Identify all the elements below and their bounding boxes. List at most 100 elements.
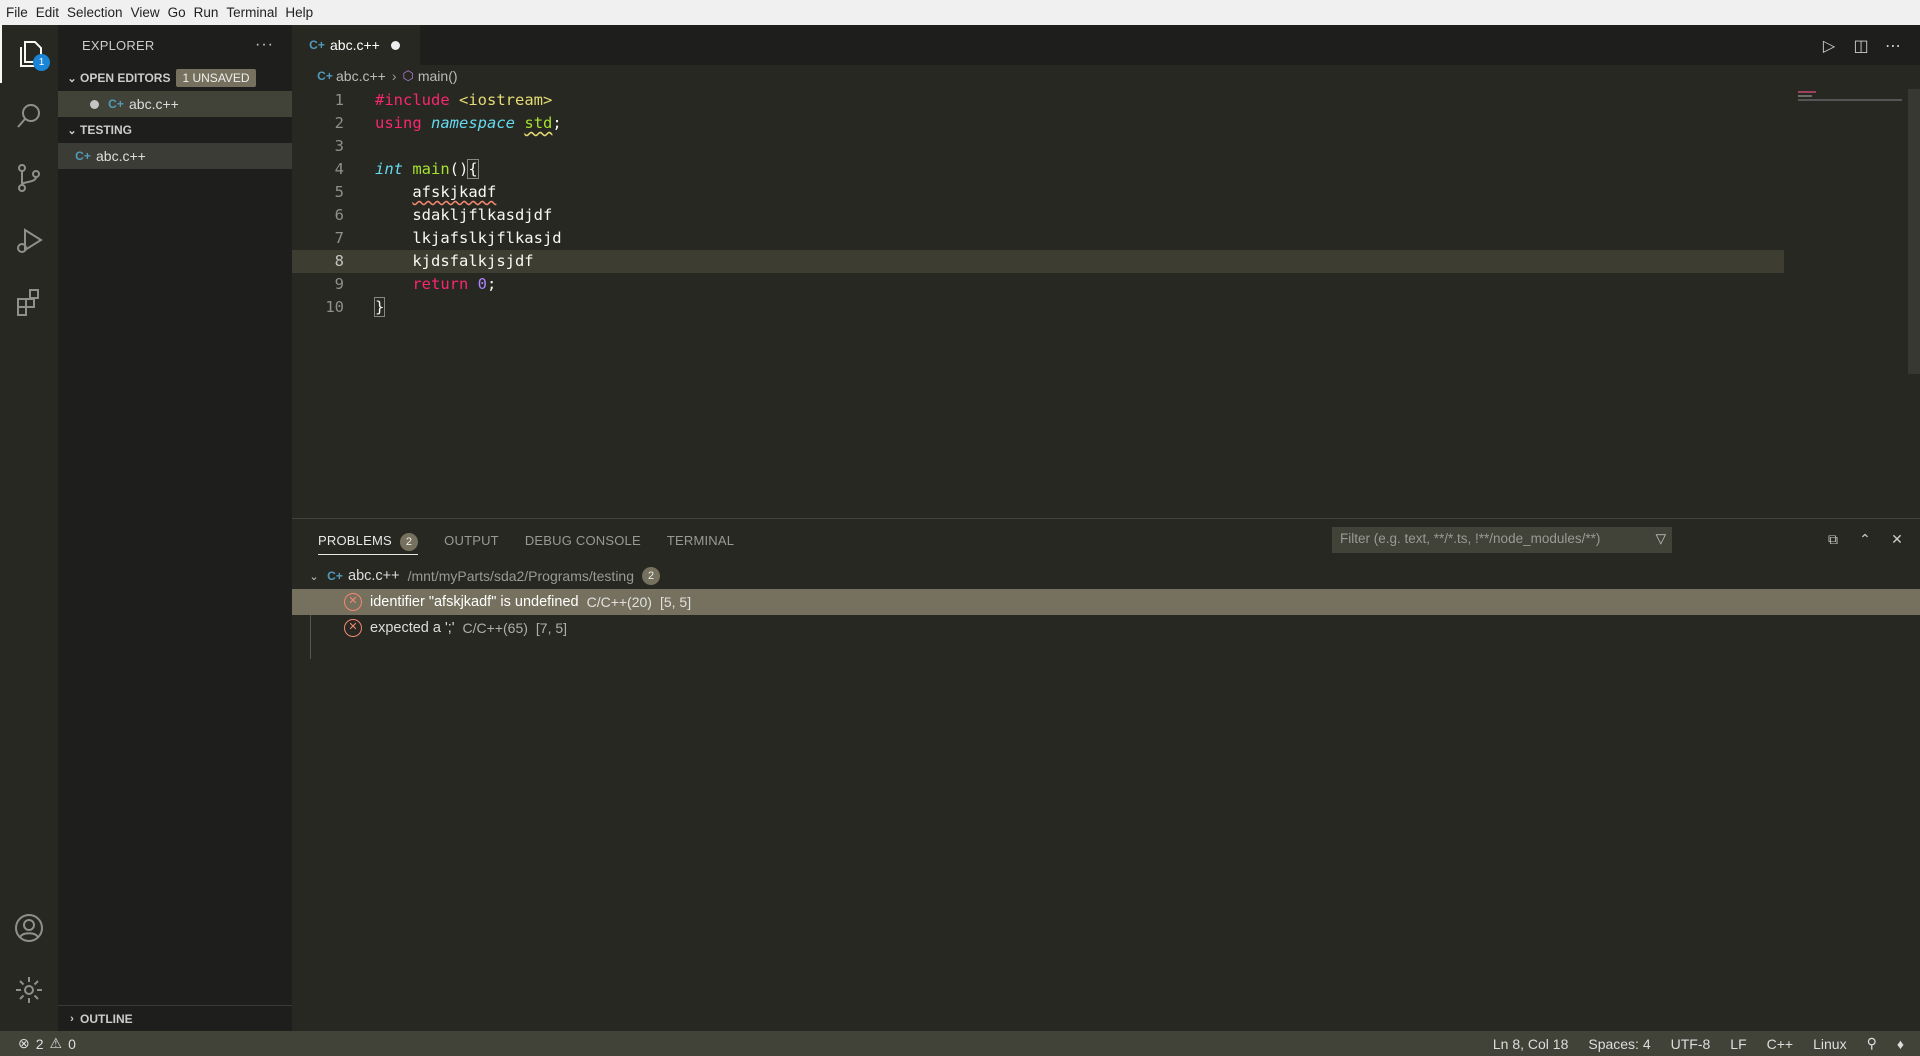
status-right: Ln 8, Col 18 Spaces: 4 UTF-8 LF C++ Linu… — [1493, 1035, 1920, 1052]
include-header: <iostream> — [459, 91, 553, 109]
line-number: 4 — [334, 160, 344, 178]
testing-folder-section[interactable]: ⌄ TESTING — [58, 117, 292, 143]
extensions-icon — [17, 289, 39, 316]
open-editors-label: OPEN EDITORS — [80, 71, 171, 85]
split-editor-icon[interactable]: ◫ — [1852, 36, 1870, 55]
more-actions-icon[interactable]: ⋯ — [1884, 36, 1902, 55]
menu-view[interactable]: View — [127, 0, 164, 25]
problem-item[interactable]: ✕ expected a ';' C/C++(65) [7, 5] — [292, 615, 1920, 641]
menu-go[interactable]: Go — [164, 0, 190, 25]
code-line[interactable]: 9 return 0; — [292, 273, 1784, 296]
problems-file-row[interactable]: ⌄ C+ abc.c++ /mnt/myParts/sda2/Programs/… — [292, 563, 1920, 589]
collapse-all-icon[interactable]: ⧉ — [1824, 532, 1842, 548]
minimap-line — [1798, 95, 1812, 97]
editor-scrollbar[interactable] — [1906, 89, 1920, 518]
tab-debug-console[interactable]: DEBUG CONSOLE — [525, 519, 641, 563]
warning-icon: ⚠ — [49, 1035, 63, 1051]
run-debug-activity[interactable] — [0, 211, 58, 269]
run-icon[interactable]: ▷ — [1820, 36, 1838, 55]
breadcrumb-file[interactable]: abc.c++ — [336, 68, 386, 84]
explorer-badge: 1 — [33, 54, 50, 71]
problems-status[interactable]: ⊗ 2 ⚠ 0 — [0, 1035, 76, 1052]
activity-bar: 1 — [0, 25, 58, 1031]
code-editor[interactable]: 1 #include <iostream> 2 using namespace st… — [292, 89, 1784, 319]
code-line[interactable]: 4 int main(){ — [292, 158, 1784, 181]
code-text: sdakljflkasdjdf — [412, 206, 553, 224]
unsaved-badge: 1 UNSAVED — [176, 69, 256, 87]
editor-tab-abc[interactable]: C+ abc.c++ — [292, 25, 420, 65]
unsaved-dot-icon[interactable] — [90, 99, 99, 109]
scrollbar-thumb[interactable] — [1908, 89, 1920, 374]
explorer-sidebar: EXPLORER ··· ⌄ OPEN EDITORS 1 UNSAVED C+… — [58, 25, 292, 1031]
cpp-file-icon: C+ — [327, 569, 343, 583]
extensions-activity[interactable] — [0, 273, 58, 331]
code-line[interactable]: 7 lkjafslkjflkasjd — [292, 227, 1784, 250]
menu-run[interactable]: Run — [190, 0, 223, 25]
sidebar-header: EXPLORER ··· — [58, 25, 292, 65]
code-line[interactable]: 1 #include <iostream> — [292, 89, 1784, 112]
code-line[interactable]: 10} — [292, 296, 1784, 319]
chevron-down-icon: ⌄ — [67, 72, 77, 85]
code-line[interactable]: 5 afskjkadf — [292, 181, 1784, 204]
gear-icon — [16, 977, 42, 1003]
feedback-icon[interactable]: ⚲ — [1867, 1035, 1877, 1052]
open-editor-item[interactable]: C+ abc.c++ — [58, 91, 292, 117]
source-control-activity[interactable] — [0, 149, 58, 207]
breadcrumb-symbol[interactable]: main() — [418, 68, 458, 84]
run-debug-icon — [17, 228, 43, 253]
file-tree-item[interactable]: C+ abc.c++ — [58, 143, 292, 169]
bell-icon[interactable]: ♦ — [1897, 1036, 1904, 1052]
indentation[interactable]: Spaces: 4 — [1588, 1036, 1650, 1052]
line-number: 2 — [334, 114, 344, 132]
tab-terminal[interactable]: TERMINAL — [667, 519, 734, 563]
menu-help[interactable]: Help — [281, 0, 317, 25]
maximize-panel-icon[interactable]: ⌃ — [1856, 532, 1874, 548]
code-line[interactable]: 6 sdakljflkasdjdf — [292, 204, 1784, 227]
int-type: int — [375, 160, 403, 178]
chevron-right-icon: › — [70, 1012, 74, 1025]
explorer-activity[interactable]: 1 — [0, 25, 58, 83]
problem-item[interactable]: ✕ identifier "afskjkadf" is undefined C/… — [292, 589, 1920, 615]
panel-actions: ⧉ ⌃ ✕ — [1824, 527, 1906, 553]
file-tree-name: abc.c++ — [96, 148, 146, 164]
error-icon: ⊗ — [18, 1035, 30, 1051]
tab-output[interactable]: OUTPUT — [444, 519, 499, 563]
menu-file[interactable]: File — [2, 0, 32, 25]
end-of-line[interactable]: LF — [1730, 1036, 1746, 1052]
code-line[interactable]: 3 — [292, 135, 1784, 158]
return-value: 0 — [477, 275, 488, 293]
line-number: 5 — [334, 183, 344, 201]
problems-file-path: /mnt/myParts/sda2/Programs/testing — [407, 568, 635, 584]
using-keyword: using — [375, 114, 422, 132]
code-line[interactable]: 2 using namespace std; — [292, 112, 1784, 135]
menu-selection[interactable]: Selection — [63, 0, 127, 25]
status-bar: ⊗ 2 ⚠ 0 Ln 8, Col 18 Spaces: 4 UTF-8 LF … — [0, 1031, 1920, 1056]
account-icon — [15, 914, 43, 942]
menu-terminal[interactable]: Terminal — [222, 0, 281, 25]
cpp-file-icon: C+ — [309, 38, 325, 52]
line-number: 3 — [334, 137, 344, 155]
open-editor-name: abc.c++ — [129, 96, 179, 112]
more-actions-icon[interactable]: ··· — [255, 36, 274, 54]
tab-problems[interactable]: PROBLEMS 2 — [318, 519, 419, 563]
semicolon: ; — [487, 275, 497, 293]
filter-icon[interactable]: ▽ — [1656, 531, 1666, 547]
current-code-line[interactable]: 8 kjdsfalkjsjdf — [292, 250, 1784, 273]
problems-filter-input[interactable]: Filter (e.g. text, **/*.ts, !**/node_mod… — [1332, 527, 1672, 553]
search-activity[interactable] — [0, 87, 58, 145]
encoding[interactable]: UTF-8 — [1671, 1036, 1711, 1052]
cpp-file-icon: C+ — [108, 97, 124, 111]
menu-edit[interactable]: Edit — [32, 0, 63, 25]
language-mode[interactable]: C++ — [1767, 1036, 1793, 1052]
line-number: 1 — [334, 91, 344, 109]
platform[interactable]: Linux — [1813, 1036, 1846, 1052]
unsaved-dot-icon[interactable] — [391, 40, 400, 50]
minimap[interactable] — [1792, 89, 1902, 119]
accounts-activity[interactable] — [0, 899, 58, 957]
close-panel-icon[interactable]: ✕ — [1888, 532, 1906, 548]
open-editors-section[interactable]: ⌄ OPEN EDITORS 1 UNSAVED — [58, 65, 292, 91]
manage-activity[interactable] — [0, 961, 58, 1019]
outline-section[interactable]: › OUTLINE — [58, 1005, 292, 1031]
error-icon: ✕ — [344, 593, 362, 611]
cursor-position[interactable]: Ln 8, Col 18 — [1493, 1036, 1569, 1052]
